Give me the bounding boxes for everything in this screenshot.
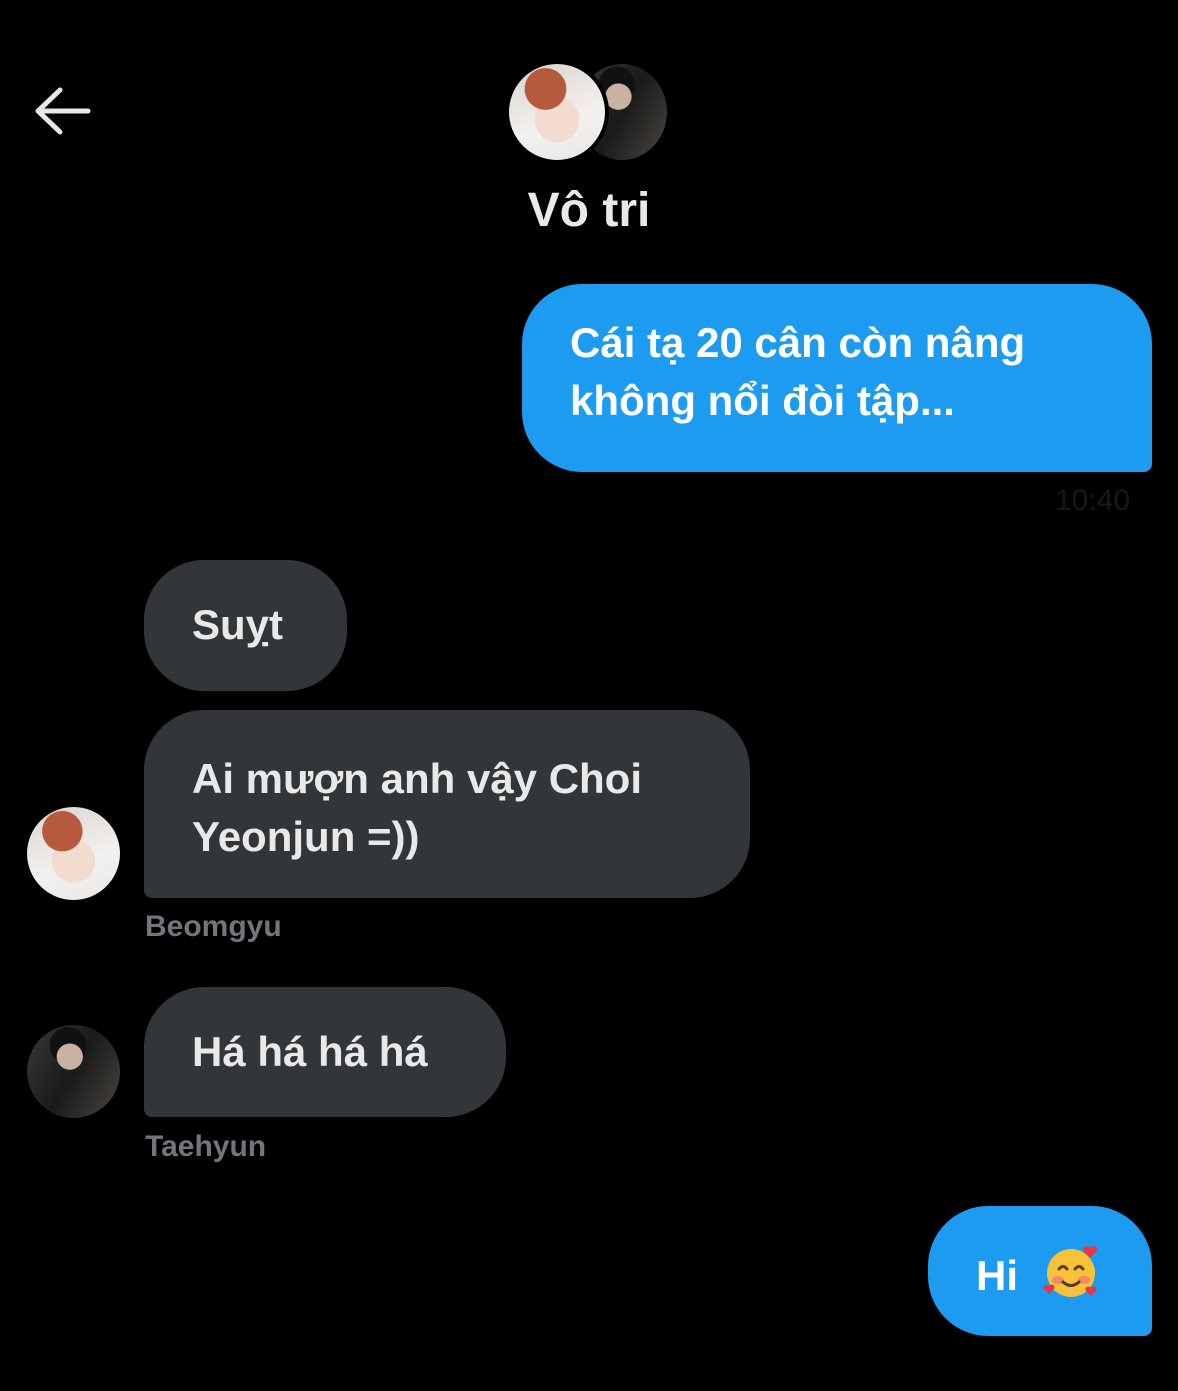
arrow-left-icon — [35, 87, 91, 135]
message-bubble-incoming[interactable]: Ai mượn anh vậy Choi Yeonjun =)) — [144, 710, 750, 898]
message-bubble-incoming[interactable]: Há há há há — [144, 987, 506, 1117]
sender-name: Taehyun — [145, 1130, 267, 1163]
message-timestamp: 10:40 — [1055, 484, 1131, 517]
message-text: Há há há há — [192, 1028, 428, 1075]
back-button[interactable] — [30, 82, 92, 140]
group-avatar-beomgyu[interactable] — [505, 60, 609, 164]
sender-avatar-taehyun[interactable] — [27, 1025, 120, 1118]
message-text: Suỵt — [192, 601, 284, 648]
smiling-face-with-hearts-icon — [1043, 1246, 1097, 1297]
sender-avatar-beomgyu[interactable] — [27, 807, 120, 900]
message-bubble-outgoing[interactable]: Cái tạ 20 cân còn nâng không nổi đòi tập… — [522, 284, 1152, 472]
message-text: Cái tạ 20 cân còn nâng không nổi đòi tập… — [570, 319, 1026, 424]
message-text: Ai mượn anh vậy Choi Yeonjun =)) — [192, 755, 643, 860]
sender-name: Beomgyu — [145, 910, 282, 943]
conversation-title[interactable]: Vô tri — [0, 183, 1178, 238]
message-text: Hi — [976, 1252, 1018, 1299]
message-bubble-incoming[interactable]: Suỵt — [144, 560, 347, 691]
message-bubble-outgoing[interactable]: Hi — [928, 1206, 1152, 1336]
